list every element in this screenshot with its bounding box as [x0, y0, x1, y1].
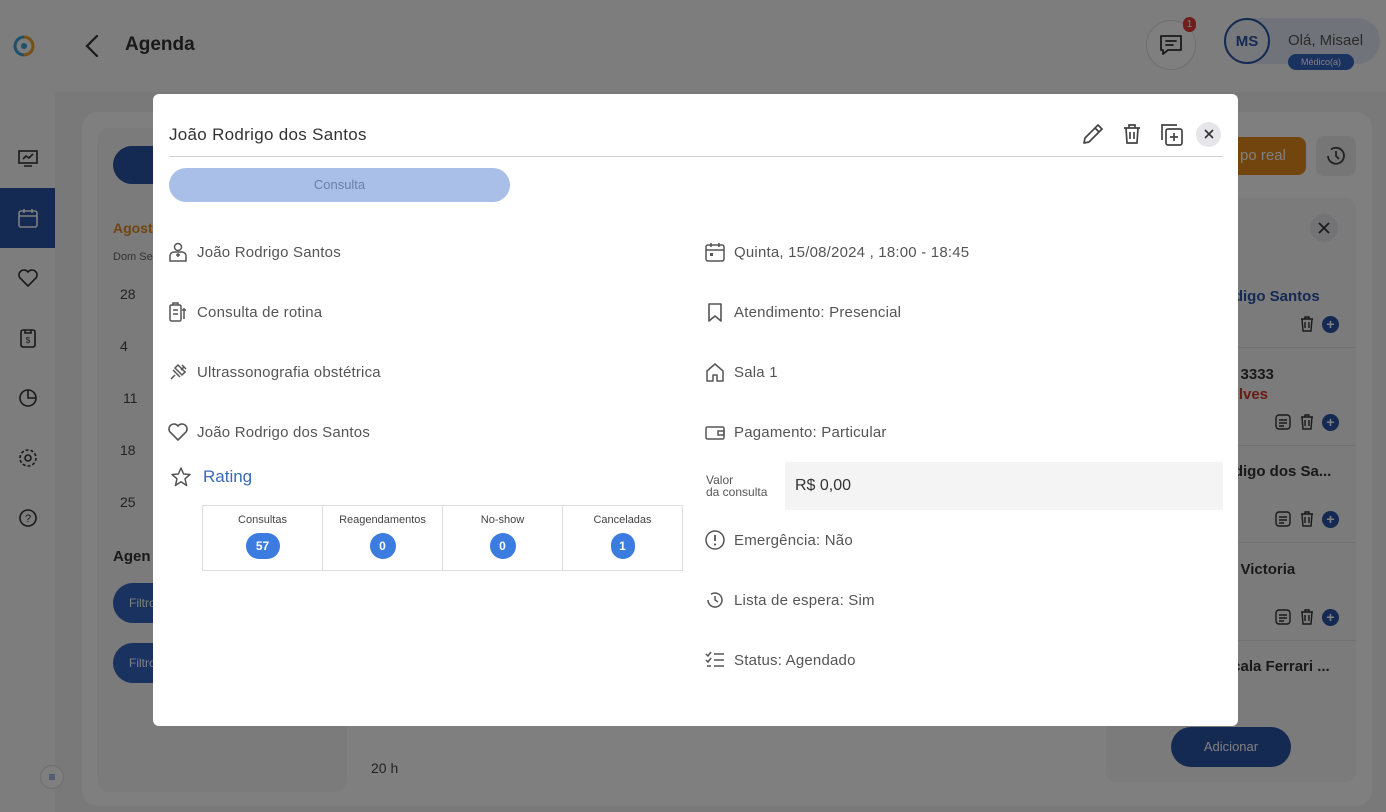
waitlist-row: Lista de espera: Sim	[704, 589, 875, 611]
stat-no-show: No-show 0	[442, 505, 563, 571]
room-row: Sala 1	[704, 361, 778, 383]
checklist-icon	[704, 649, 726, 671]
professional-row: João Rodrigo Santos	[167, 241, 341, 263]
procedure-row: Ultrassonografia obstétrica	[167, 361, 381, 383]
reason-row: Consulta de rotina	[167, 301, 322, 323]
edit-button[interactable]	[1079, 120, 1107, 148]
heart-icon	[167, 421, 189, 443]
stat-value: 1	[610, 533, 635, 559]
datetime-row: Quinta, 15/08/2024 , 18:00 - 18:45	[704, 241, 969, 263]
duplicate-icon	[1161, 124, 1183, 146]
waitlist-text: Lista de espera: Sim	[734, 591, 875, 609]
procedure-text: Ultrassonografia obstétrica	[197, 363, 381, 381]
patient-name: João Rodrigo dos Santos	[197, 423, 371, 441]
status-text: Status: Agendado	[734, 651, 856, 669]
close-button[interactable]	[1196, 121, 1221, 147]
divider	[169, 156, 1223, 157]
stat-canceladas: Canceladas 1	[562, 505, 683, 571]
star-icon	[171, 467, 191, 487]
attendance-row: Atendimento: Presencial	[704, 301, 901, 323]
appointment-type-chip: Consulta	[169, 168, 510, 202]
home-icon	[704, 361, 726, 383]
bookmark-icon	[704, 301, 726, 323]
valor-label-line: da consulta	[706, 485, 768, 499]
trash-icon	[1124, 124, 1140, 144]
stat-value: 0	[369, 533, 396, 559]
rating-title: Rating	[169, 465, 252, 489]
modal-actions	[1079, 120, 1221, 148]
stat-reagendamentos: Reagendamentos 0	[322, 505, 443, 571]
pencil-icon	[1083, 124, 1103, 144]
stat-label: Canceladas	[593, 514, 652, 526]
stat-value: 57	[245, 533, 280, 559]
syringe-icon	[167, 361, 189, 383]
stat-label: Consultas	[238, 514, 287, 526]
emergency-text: Emergência: Não	[734, 531, 853, 549]
emergency-row: Emergência: Não	[704, 529, 853, 551]
stat-label: No-show	[480, 514, 525, 526]
duplicate-button[interactable]	[1157, 120, 1185, 148]
reason-text: Consulta de rotina	[197, 303, 323, 321]
rating-label: Rating	[203, 467, 253, 486]
calendar-icon	[704, 241, 726, 263]
stats-table: Consultas 57 Reagendamentos 0 No-show 0 …	[202, 505, 686, 571]
stat-value: 0	[489, 533, 516, 559]
professional-name: João Rodrigo Santos	[197, 243, 341, 261]
datetime-text: Quinta, 15/08/2024 , 18:00 - 18:45	[734, 243, 970, 261]
valor-input[interactable]	[785, 462, 1223, 510]
patient-row: João Rodrigo dos Santos	[167, 421, 370, 443]
stat-consultas: Consultas 57	[202, 505, 323, 571]
wallet-icon	[704, 421, 726, 443]
attendance-text: Atendimento: Presencial	[734, 303, 902, 321]
stat-label: Reagendamentos	[339, 514, 426, 526]
status-row: Status: Agendado	[704, 649, 856, 671]
modal-title: João Rodrigo dos Santos	[169, 125, 367, 144]
room-text: Sala 1	[734, 363, 778, 381]
payment-text: Pagamento: Particular	[734, 423, 887, 441]
clipboard-icon	[167, 301, 189, 323]
appointment-modal: João Rodrigo dos Santos Consulta João Ro…	[153, 94, 1238, 726]
doctor-icon	[167, 241, 189, 263]
valor-label: Valor da consulta	[706, 474, 767, 498]
delete-button[interactable]	[1118, 120, 1146, 148]
payment-row: Pagamento: Particular	[704, 421, 887, 443]
alert-icon	[704, 529, 726, 551]
close-icon	[1203, 129, 1214, 139]
waitlist-clock-icon	[704, 589, 726, 611]
